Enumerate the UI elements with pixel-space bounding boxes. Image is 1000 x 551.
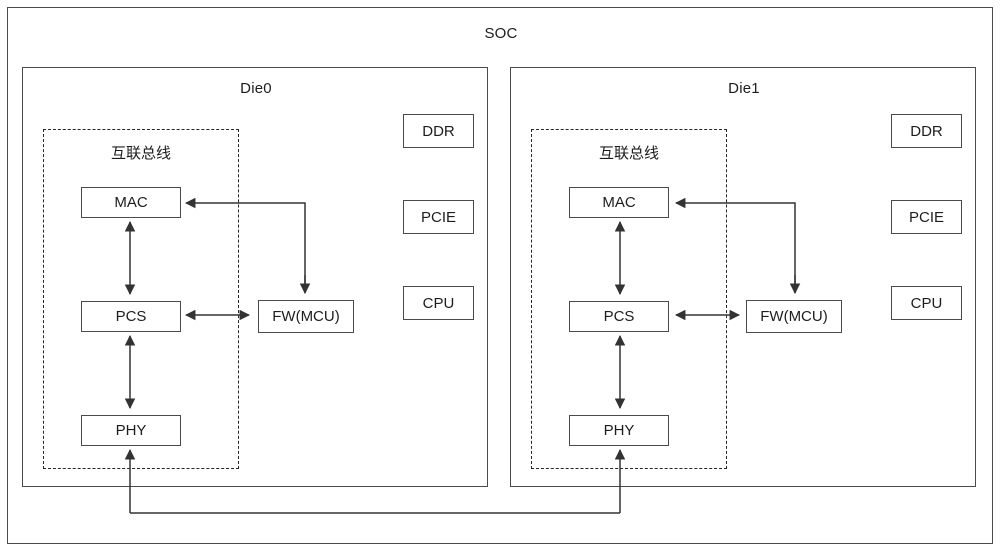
die0-cpu-block[interactable]: CPU: [403, 286, 474, 320]
die1-cpu-block[interactable]: CPU: [891, 286, 962, 320]
die0-pcie-label: PCIE: [420, 208, 456, 226]
die0-cpu-label: CPU: [422, 294, 455, 312]
die1-pcie-label: PCIE: [908, 208, 944, 226]
die0-firmware-mcu-block[interactable]: FW(MCU): [258, 300, 354, 333]
die1-ddr-label: DDR: [910, 122, 943, 140]
die1-interconnect-bus-label: 互联总线: [598, 145, 659, 162]
die1-firmware-mcu-block[interactable]: FW(MCU): [746, 300, 842, 333]
die0-mac-label: MAC: [114, 194, 148, 211]
die0-phy-block[interactable]: PHY: [81, 415, 181, 446]
die1-firmware-mcu-label: FW(MCU): [760, 308, 828, 325]
die0-mac-block[interactable]: MAC: [81, 187, 181, 218]
die1-boundary: Die1 互联总线 MAC PCS PHY FW(MCU) DDR PCIE C…: [510, 67, 976, 487]
die0-pcie-block[interactable]: PCIE: [403, 200, 474, 234]
die1-phy-label: PHY: [603, 422, 635, 439]
die0-boundary: Die0 互联总线 MAC PCS PHY FW(MCU) DDR PCIE C…: [22, 67, 488, 487]
die1-cpu-label: CPU: [910, 294, 943, 312]
die0-firmware-mcu-label: FW(MCU): [272, 308, 340, 325]
die1-ddr-block[interactable]: DDR: [891, 114, 962, 148]
die1-pcs-block[interactable]: PCS: [569, 301, 669, 332]
die1-title: Die1: [728, 80, 760, 97]
die0-pcs-label: PCS: [115, 308, 147, 325]
die1-mac-label: MAC: [602, 194, 636, 211]
die0-phy-label: PHY: [115, 422, 147, 439]
die0-pcs-block[interactable]: PCS: [81, 301, 181, 332]
die1-phy-block[interactable]: PHY: [569, 415, 669, 446]
die1-pcs-label: PCS: [603, 308, 635, 325]
die0-title: Die0: [240, 80, 272, 97]
soc-block-diagram: SOC Die0 互联总线 MAC PCS PHY FW(MCU) DDR PC…: [0, 0, 1000, 551]
die0-interconnect-bus-label: 互联总线: [110, 145, 171, 162]
die0-ddr-label: DDR: [422, 122, 455, 140]
die0-ddr-block[interactable]: DDR: [403, 114, 474, 148]
soc-title: SOC: [484, 25, 518, 42]
die1-mac-block[interactable]: MAC: [569, 187, 669, 218]
die1-pcie-block[interactable]: PCIE: [891, 200, 962, 234]
